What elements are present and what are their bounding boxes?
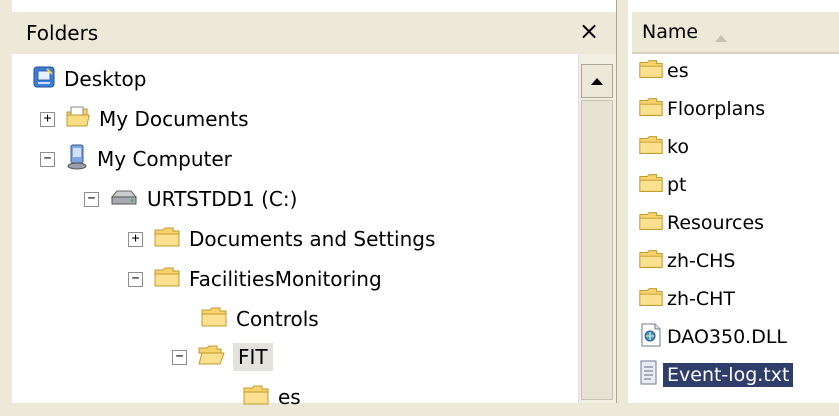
tree-item-label: FIT <box>233 343 273 371</box>
file-item-floorplans[interactable]: Floorplans <box>638 93 765 125</box>
file-name: zh-CHT <box>667 288 736 310</box>
tree-item-drive-c[interactable]: − URTSTDD1 (C:) <box>84 180 297 218</box>
file-name: Resources <box>667 212 765 234</box>
close-icon[interactable]: × <box>576 16 602 46</box>
folders-pane-header: Folders × <box>12 12 616 55</box>
collapse-icon[interactable]: − <box>40 151 55 167</box>
file-item-event-log-txt[interactable]: Event-log.txt <box>638 359 794 391</box>
desktop-icon <box>32 65 56 93</box>
dll-icon <box>638 322 664 352</box>
my-documents-icon <box>65 105 91 133</box>
text-file-icon <box>638 359 660 391</box>
tree-item-label: My Computer <box>97 147 232 171</box>
tree-item-es[interactable]: es <box>242 378 301 416</box>
tree-item-label: FacilitiesMonitoring <box>189 267 382 291</box>
file-item-resources[interactable]: Resources <box>638 207 764 239</box>
folder-icon <box>153 266 181 292</box>
expand-icon[interactable]: + <box>128 231 143 247</box>
file-item-ko[interactable]: ko <box>638 131 689 163</box>
file-name: Floorplans <box>667 98 766 120</box>
tree-item-label: Controls <box>236 307 319 331</box>
column-header-label: Name <box>642 21 699 43</box>
my-computer-icon <box>65 144 89 174</box>
tree-item-label: es <box>278 385 301 409</box>
scroll-up-button[interactable] <box>581 64 613 98</box>
tree-item-controls[interactable]: Controls <box>200 300 319 338</box>
file-name: zh-CHS <box>667 250 736 272</box>
scroll-thumb[interactable] <box>581 100 613 400</box>
folder-icon <box>638 58 664 84</box>
tree-item-label: My Documents <box>99 107 249 131</box>
folder-open-icon <box>197 344 225 370</box>
tree-item-label: Desktop <box>64 67 147 91</box>
sort-ascending-icon <box>714 28 728 47</box>
file-item-dao350-dll[interactable]: DAO350.DLL <box>638 321 787 353</box>
file-item-es[interactable]: es <box>638 55 689 87</box>
collapse-icon[interactable]: − <box>128 271 143 287</box>
tree-item-my-computer[interactable]: − My Computer <box>40 140 232 178</box>
tree-item-fit[interactable]: − FIT <box>172 338 273 376</box>
tree-item-facilities-monitoring[interactable]: − FacilitiesMonitoring <box>128 260 382 298</box>
arrow-up-icon <box>591 77 603 85</box>
file-name: Event-log.txt <box>663 363 794 387</box>
folders-pane-title: Folders <box>26 21 99 45</box>
folder-icon <box>200 306 228 332</box>
folder-icon <box>638 134 664 160</box>
file-name: es <box>667 60 689 82</box>
tree-item-desktop[interactable]: Desktop <box>32 60 146 98</box>
file-item-zh-chs[interactable]: zh-CHS <box>638 245 736 277</box>
file-item-zh-cht[interactable]: zh-CHT <box>638 283 735 315</box>
tree-item-my-documents[interactable]: + My Documents <box>40 100 248 138</box>
folder-icon <box>242 384 270 410</box>
file-name: pt <box>667 174 687 196</box>
column-header-name[interactable]: Name <box>632 12 839 54</box>
folder-icon <box>638 96 664 122</box>
folder-icon <box>638 286 664 312</box>
folder-icon <box>638 172 664 198</box>
tree-item-label: Documents and Settings <box>189 227 436 251</box>
expand-icon[interactable]: + <box>40 111 55 127</box>
collapse-icon[interactable]: − <box>172 349 187 365</box>
tree-item-label: URTSTDD1 (C:) <box>147 187 298 211</box>
folder-tree: Desktop + My Documents − My Computer − U… <box>12 54 578 409</box>
folder-icon <box>638 248 664 274</box>
folder-icon <box>153 226 181 252</box>
folder-icon <box>638 210 664 236</box>
file-name: DAO350.DLL <box>667 326 788 348</box>
file-item-pt[interactable]: pt <box>638 169 687 201</box>
tree-item-documents-and-settings[interactable]: + Documents and Settings <box>128 220 435 258</box>
file-name: ko <box>667 136 689 158</box>
collapse-icon[interactable]: − <box>84 191 99 207</box>
folders-vertical-scrollbar[interactable] <box>578 54 617 403</box>
drive-icon <box>109 187 139 211</box>
